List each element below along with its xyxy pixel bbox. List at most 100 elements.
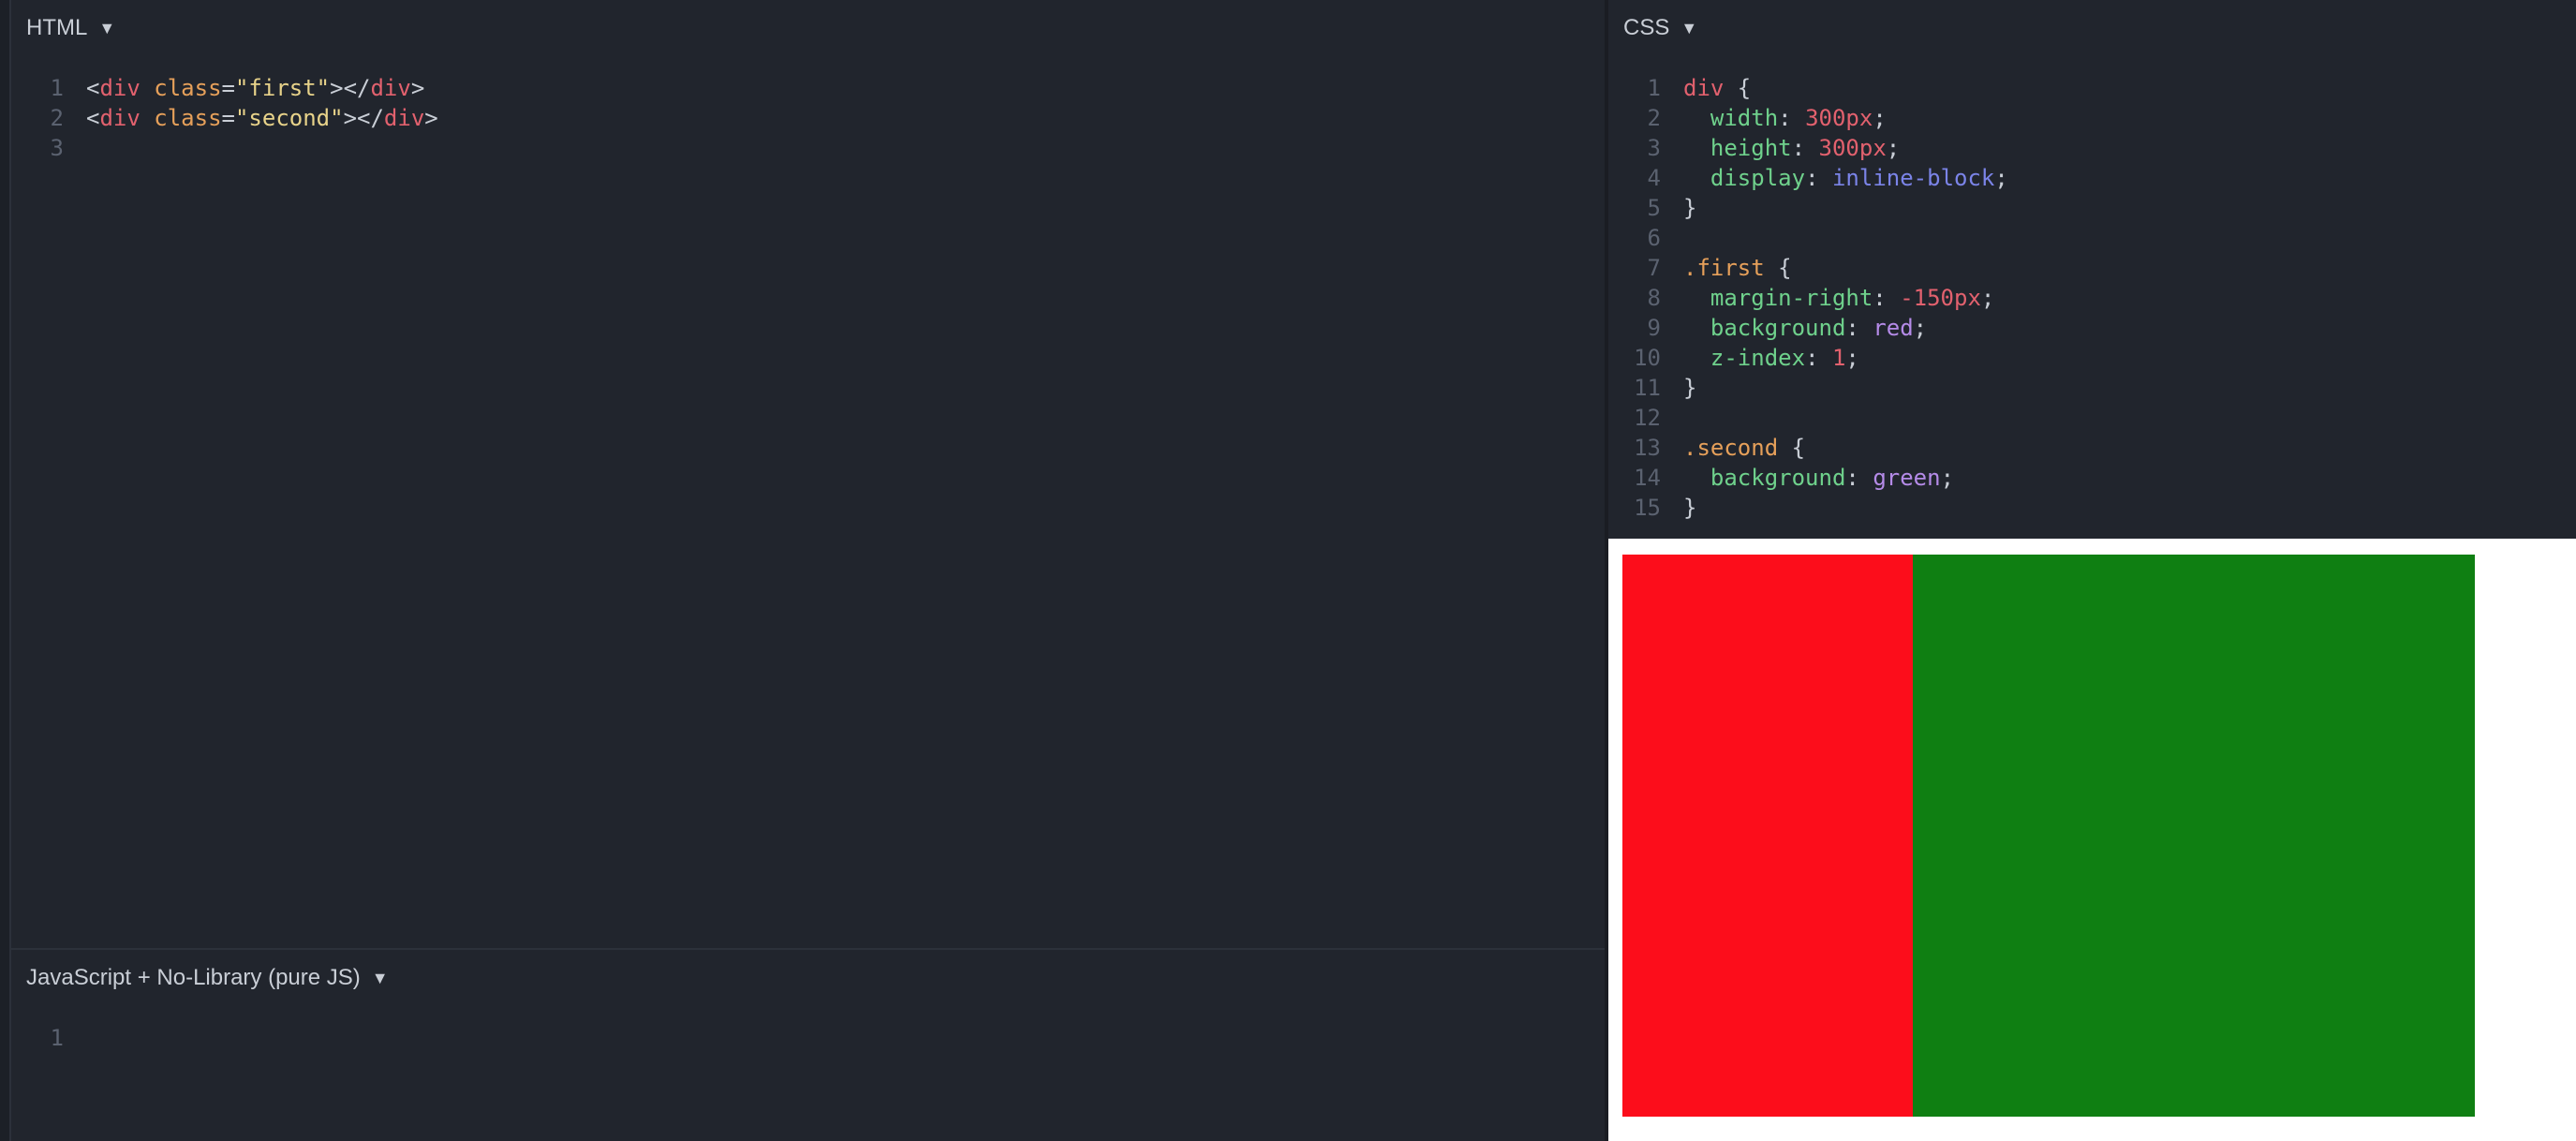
js-pane-header[interactable]: JavaScript + No-Library (pure JS) ▼ — [26, 963, 389, 993]
line-number: 6 — [1647, 225, 1661, 251]
caret-down-icon[interactable]: ▼ — [98, 20, 115, 37]
js-editor-pane[interactable]: JavaScript + No-Library (pure JS) ▼ 1 — [11, 950, 1605, 1141]
code-token: z-index — [1710, 345, 1806, 371]
code-token: { — [1724, 75, 1752, 101]
css-code-line[interactable]: 2 width: 300px; — [1608, 103, 2008, 133]
css-pane-header[interactable]: CSS ▼ — [1623, 13, 1697, 43]
code-token: </ — [343, 75, 371, 101]
html-code-line[interactable]: 3 — [11, 133, 438, 163]
code-token: > — [343, 105, 358, 131]
code-token: : — [1845, 465, 1873, 491]
line-number: 2 — [50, 105, 64, 131]
code-token: inline-block — [1831, 165, 1995, 191]
css-code-line[interactable]: 10 z-index: 1; — [1608, 343, 2008, 373]
css-pane-title: CSS — [1623, 15, 1670, 40]
js-code-area[interactable]: 1 — [11, 1023, 86, 1053]
code-token: div — [99, 75, 141, 101]
line-number: 9 — [1647, 315, 1661, 341]
code-token: ; — [1913, 315, 1928, 341]
line-number: 1 — [1647, 75, 1661, 101]
line-number: 13 — [1634, 435, 1661, 461]
code-token: .second — [1683, 435, 1779, 461]
html-code-line[interactable]: 2 < div class = "second" > </div > — [11, 103, 438, 133]
html-code-line[interactable]: 1 < div class = "first" > </div > — [11, 73, 438, 103]
code-token: background — [1710, 465, 1846, 491]
html-editor-pane[interactable]: HTML ▼ 1 < div class = "first" > </div >2 < div c… — [11, 0, 1605, 948]
css-code-line[interactable]: 1 div { — [1608, 73, 2008, 103]
css-editor-pane[interactable]: CSS ▼ 1 div {2 width: 300px; 3 height: 300… — [1608, 0, 2576, 537]
result-preview — [1608, 539, 2576, 1141]
code-token: ; — [1886, 135, 1901, 161]
html-code-area[interactable]: 1 < div class = "first" > </div >2 < div class = "s… — [11, 73, 438, 163]
line-number: 14 — [1634, 465, 1661, 491]
line-number: 15 — [1634, 495, 1661, 521]
code-token: </ — [357, 105, 384, 131]
css-code-line[interactable]: 13 .second { — [1608, 433, 2008, 463]
code-token: > — [330, 75, 344, 101]
line-number: 8 — [1647, 285, 1661, 311]
code-token: : — [1845, 315, 1873, 341]
code-token: > — [410, 75, 425, 101]
code-token: ; — [1940, 465, 1955, 491]
caret-down-icon[interactable]: ▼ — [372, 970, 389, 986]
code-token: 300px — [1805, 105, 1873, 131]
code-token: { — [1764, 255, 1792, 281]
line-number: 11 — [1634, 375, 1661, 401]
code-token: margin-right — [1710, 285, 1873, 311]
js-pane-title: JavaScript + No-Library (pure JS) — [26, 965, 361, 990]
code-token: = — [221, 75, 235, 101]
code-token: -150px — [1900, 285, 1981, 311]
left-gutter-bar — [0, 0, 11, 1141]
js-code-line[interactable]: 1 — [11, 1023, 86, 1053]
code-token: div — [370, 75, 411, 101]
code-token: ; — [1845, 345, 1859, 371]
code-token: 300px — [1818, 135, 1887, 161]
css-code-line[interactable]: 4 display: inline-block; — [1608, 163, 2008, 193]
line-number: 5 — [1647, 195, 1661, 221]
code-token: .first — [1683, 255, 1765, 281]
code-token: div — [99, 105, 141, 131]
css-code-line[interactable]: 15} — [1608, 493, 2008, 523]
css-code-line[interactable]: 8 margin-right: -150px; — [1608, 283, 2008, 313]
css-code-line[interactable]: 6 — [1608, 223, 2008, 253]
code-token: : — [1778, 105, 1806, 131]
css-code-line[interactable]: 9 background: red; — [1608, 313, 2008, 343]
code-editor-app: HTML ▼ 1 < div class = "first" > </div >2 < div c… — [0, 0, 2576, 1141]
code-token: : — [1791, 135, 1819, 161]
css-code-line[interactable]: 11} — [1608, 373, 2008, 403]
caret-down-icon[interactable]: ▼ — [1680, 20, 1697, 37]
code-token: } — [1683, 195, 1697, 221]
code-token: red — [1873, 315, 1914, 341]
code-token: class — [154, 105, 222, 131]
code-token: : — [1873, 285, 1901, 311]
html-pane-header[interactable]: HTML ▼ — [26, 13, 115, 43]
css-code-line[interactable]: 3 height: 300px; — [1608, 133, 2008, 163]
code-token: : — [1805, 345, 1832, 371]
html-pane-title: HTML — [26, 15, 88, 40]
code-token: class — [154, 75, 222, 101]
code-token: display — [1710, 165, 1806, 191]
code-token: ; — [1994, 165, 2008, 191]
code-token: height — [1710, 135, 1792, 161]
code-token: div — [383, 105, 425, 131]
css-code-area[interactable]: 1 div {2 width: 300px; 3 height: 300px; 4 d… — [1608, 73, 2008, 523]
line-number: 1 — [50, 1025, 64, 1051]
css-code-line[interactable]: 7 .first { — [1608, 253, 2008, 283]
code-token: 1 — [1831, 345, 1846, 371]
code-token: = — [221, 105, 235, 131]
code-token: ; — [1980, 285, 1995, 311]
code-token: width — [1710, 105, 1779, 131]
line-number: 12 — [1634, 405, 1661, 431]
line-number: 10 — [1634, 345, 1661, 371]
css-code-line[interactable]: 14 background: green; — [1608, 463, 2008, 493]
preview-second-box — [1913, 555, 2475, 1117]
css-code-line[interactable]: 12 — [1608, 403, 2008, 433]
css-code-line[interactable]: 5} — [1608, 193, 2008, 223]
